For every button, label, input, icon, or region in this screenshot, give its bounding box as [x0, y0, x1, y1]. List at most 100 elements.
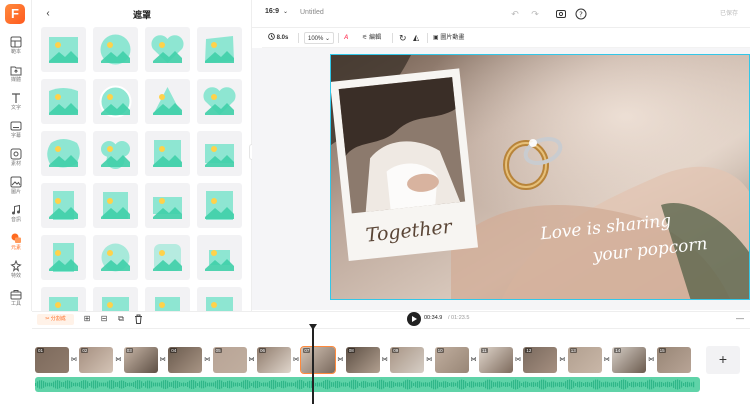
chevron-down-icon[interactable]: ⌄ [283, 8, 288, 15]
timeline-clip[interactable]: 03 [123, 347, 158, 373]
timeline-clip[interactable]: 01 [35, 347, 69, 373]
rail-item-tools[interactable]: 工具 [0, 288, 32, 314]
mask-tile[interactable] [41, 235, 86, 280]
timeline-clip[interactable]: 09 [390, 347, 425, 373]
svg-text:?: ? [579, 11, 583, 19]
add-media-icon[interactable]: ⊞ [82, 314, 92, 324]
mask-tile[interactable] [197, 235, 242, 280]
timeline-clip[interactable]: 04 [168, 347, 203, 373]
timeline-clip[interactable]: 12 [523, 347, 558, 373]
mask-tile[interactable] [41, 79, 86, 124]
transition-icon[interactable]: ⋈ [514, 356, 522, 364]
timeline-clip[interactable]: 05 [212, 347, 247, 373]
mask-tile[interactable] [41, 131, 86, 176]
transition-icon[interactable]: ⋈ [647, 356, 655, 364]
mask-tile[interactable] [145, 287, 190, 311]
flip-icon[interactable]: ◭ [413, 32, 419, 44]
transition-icon[interactable]: ⋈ [603, 356, 611, 364]
image-animation-button[interactable]: ▣ 圖片動畫 [433, 32, 464, 44]
rail-item-label: 工具 [10, 301, 21, 307]
trim-icon[interactable]: ⊟ [99, 314, 109, 324]
timeline-clip[interactable]: 13 [567, 347, 602, 373]
mask-tile[interactable] [197, 27, 242, 72]
rail-item-text[interactable]: 文字 [0, 92, 32, 118]
timeline-clip[interactable]: 07 [300, 346, 337, 374]
transition-icon[interactable]: ⋈ [558, 356, 566, 364]
transition-icon[interactable]: ⋈ [248, 356, 256, 364]
transition-icon[interactable]: ⋈ [470, 356, 478, 364]
mask-tile[interactable] [197, 131, 242, 176]
editor-toolbar: 8.0s 100% ⌄ A ⚟ 編輯 ↻ ◭ ▣ 圖片動畫 [262, 28, 750, 48]
transition-icon[interactable]: ⋈ [425, 356, 433, 364]
mask-tile[interactable] [93, 235, 138, 280]
mask-tile[interactable] [145, 235, 190, 280]
audio-track[interactable] [35, 377, 700, 392]
delete-icon[interactable] [133, 314, 143, 324]
timeline-clip[interactable]: 06 [257, 347, 291, 373]
transition-icon[interactable]: ⋈ [203, 356, 211, 364]
total-time: / 01:23.5 [448, 315, 470, 321]
mask-tile[interactable] [93, 131, 138, 176]
duplicate-icon[interactable]: ⧉ [116, 314, 126, 324]
transition-icon[interactable]: ⋈ [159, 356, 167, 364]
transition-icon[interactable]: ⋈ [70, 356, 78, 364]
mask-tile[interactable] [197, 287, 242, 311]
rail-item-subtitle[interactable]: 字幕 [0, 120, 32, 146]
undo-icon[interactable]: ↶ [509, 8, 521, 20]
mask-tile[interactable] [41, 27, 86, 72]
app-logo[interactable]: F [5, 4, 25, 24]
rotate-icon[interactable]: ↻ [399, 32, 407, 44]
rail-item-elements[interactable]: 素材 [0, 148, 32, 174]
rail-item-music[interactable]: 音訊 [0, 204, 32, 230]
zoom-select[interactable]: 100% ⌄ [304, 32, 335, 44]
divider [427, 33, 428, 43]
timeline-clip[interactable]: 10 [434, 347, 469, 373]
timeline-clip[interactable]: 02 [79, 347, 114, 373]
mask-tile[interactable] [41, 287, 86, 311]
rail-item-label: 素材 [10, 161, 21, 167]
text-style-icon[interactable]: A [344, 32, 348, 44]
timeline-clip[interactable]: 11 [479, 347, 513, 373]
rail-item-media[interactable]: 媒體 [0, 64, 32, 90]
collapse-timeline-icon[interactable]: — [736, 314, 744, 323]
mask-tile[interactable] [145, 183, 190, 228]
mask-tile[interactable] [145, 79, 190, 124]
timeline-clip[interactable]: 15 [656, 347, 691, 373]
transition-icon[interactable]: ⋈ [381, 356, 389, 364]
add-clip-button[interactable]: + [706, 346, 740, 374]
rail-item-image[interactable]: 圖片 [0, 176, 32, 202]
redo-icon[interactable]: ↷ [529, 8, 541, 20]
mask-tile[interactable] [41, 183, 86, 228]
help-icon[interactable]: ? [575, 8, 587, 20]
sliders-icon: ⚟ [362, 35, 368, 41]
timeline-clip[interactable]: 08 [345, 347, 380, 373]
clip-number: 03 [125, 348, 133, 353]
clip-number: 05 [214, 348, 222, 353]
zoom-value: 100% [308, 36, 324, 42]
template-icon [10, 36, 22, 48]
mask-tile[interactable] [197, 79, 242, 124]
transition-icon[interactable]: ⋈ [292, 356, 300, 364]
mask-tile[interactable] [93, 79, 138, 124]
split-button[interactable]: ✂ 分割成 [37, 314, 74, 325]
mask-tile[interactable] [197, 183, 242, 228]
rail-item-template[interactable]: 範本 [0, 36, 32, 62]
mask-tile[interactable] [145, 131, 190, 176]
edit-button[interactable]: ⚟ 編輯 [362, 32, 381, 44]
mask-tile[interactable] [93, 27, 138, 72]
transition-icon[interactable]: ⋈ [114, 356, 122, 364]
rail-item-shapes[interactable]: 元素 [0, 232, 32, 258]
video-canvas[interactable]: Together Love is sharing your popcorn [330, 54, 750, 300]
mask-tile[interactable] [93, 287, 138, 311]
mask-tile[interactable] [93, 183, 138, 228]
aspect-ratio-select[interactable]: 16:9 [265, 8, 279, 15]
duration-control[interactable]: 8.0s [268, 32, 288, 44]
transition-icon[interactable]: ⋈ [336, 356, 344, 364]
timeline-clip[interactable]: 14 [612, 347, 647, 373]
project-title-input[interactable]: Untitled [300, 9, 324, 16]
screenshot-icon[interactable] [555, 8, 567, 20]
play-button[interactable] [407, 312, 421, 326]
playhead[interactable] [312, 325, 314, 404]
rail-item-effects[interactable]: 特效 [0, 260, 32, 286]
mask-tile[interactable] [145, 27, 190, 72]
